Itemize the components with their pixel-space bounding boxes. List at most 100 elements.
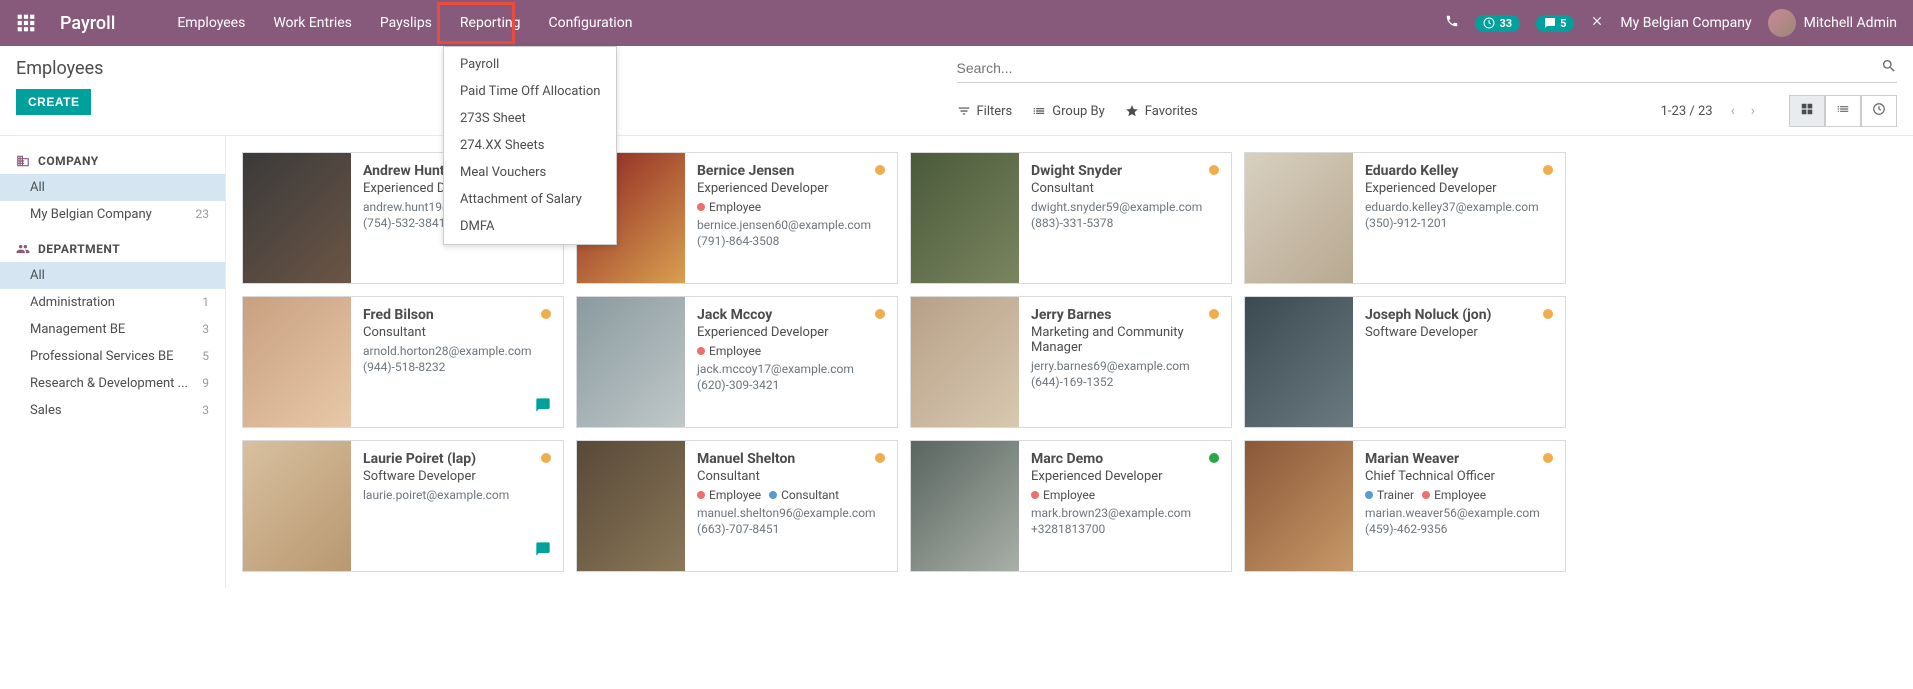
employee-name: Eduardo Kelley (1365, 163, 1553, 179)
sidebar-department-research-development-[interactable]: Research & Development ...9 (0, 370, 225, 397)
employee-photo (911, 441, 1019, 571)
employee-card[interactable]: Manuel SheltonConsultantEmployeeConsulta… (576, 440, 898, 572)
chat-icon[interactable] (535, 541, 551, 561)
sidebar-department-administration[interactable]: Administration1 (0, 289, 225, 316)
pager-prev[interactable]: ‹ (1725, 99, 1741, 123)
employee-phone: (350)-912-1201 (1365, 216, 1553, 230)
filter-icon (957, 104, 971, 118)
app-brand[interactable]: Payroll (60, 13, 115, 34)
employee-title: Consultant (363, 325, 551, 340)
employee-card[interactable]: Jack MccoyExperienced DeveloperEmployeej… (576, 296, 898, 428)
employee-email: jerry.barnes69@example.com (1031, 359, 1219, 373)
employee-tag: Employee (697, 488, 761, 502)
close-icon[interactable] (1590, 14, 1604, 32)
employee-photo (911, 153, 1019, 283)
sidebar-company-all[interactable]: All (0, 174, 225, 201)
phone-icon[interactable] (1445, 14, 1459, 32)
employee-card[interactable]: Joseph Noluck (jon) Software Developer (1244, 296, 1566, 428)
pager-next[interactable]: › (1745, 99, 1761, 123)
employee-title: Software Developer (1365, 325, 1553, 340)
status-indicator[interactable] (1543, 453, 1553, 463)
status-indicator[interactable] (1543, 165, 1553, 175)
status-indicator[interactable] (541, 309, 551, 319)
employee-name: Laurie Poiret (lap) (363, 451, 551, 467)
dropdown-273s-sheet[interactable]: 273S Sheet (444, 105, 616, 132)
employee-email: arnold.horton28@example.com (363, 344, 551, 358)
create-button[interactable]: CREATE (16, 89, 91, 115)
status-indicator[interactable] (541, 453, 551, 463)
nav-payslips[interactable]: Payslips (366, 2, 446, 44)
status-indicator[interactable] (1209, 309, 1219, 319)
employee-phone: +3281813700 (1031, 522, 1219, 536)
status-indicator[interactable] (875, 453, 885, 463)
employee-photo (1245, 297, 1353, 427)
employee-tag: Consultant (769, 488, 839, 502)
sidebar-department-professional-services-be[interactable]: Professional Services BE5 (0, 343, 225, 370)
dropdown-meal-vouchers[interactable]: Meal Vouchers (444, 159, 616, 186)
chat-icon[interactable] (535, 397, 551, 417)
activity-view-button[interactable] (1861, 95, 1897, 127)
dropdown-274-xx-sheets[interactable]: 274.XX Sheets (444, 132, 616, 159)
favorites-button[interactable]: Favorites (1125, 104, 1198, 119)
status-indicator[interactable] (1543, 309, 1553, 319)
employee-name: Manuel Shelton (697, 451, 885, 467)
employee-card[interactable]: Marian WeaverChief Technical OfficerTrai… (1244, 440, 1566, 572)
dropdown-dmfa[interactable]: DMFA (444, 213, 616, 240)
search-input[interactable] (957, 60, 1882, 76)
employee-card[interactable]: Laurie Poiret (lap)Software Developerlau… (242, 440, 564, 572)
status-indicator[interactable] (875, 309, 885, 319)
employee-card[interactable]: Bernice JensenExperienced DeveloperEmplo… (576, 152, 898, 284)
employee-title: Experienced Developer (697, 181, 885, 196)
employee-card[interactable]: Jerry BarnesMarketing and Community Mana… (910, 296, 1232, 428)
employee-name: Jack Mccoy (697, 307, 885, 323)
user-name: Mitchell Admin (1804, 15, 1897, 31)
employee-card[interactable]: Marc DemoExperienced DeveloperEmployeema… (910, 440, 1232, 572)
employee-tag: Trainer (1365, 488, 1414, 502)
dropdown-paid-time-off-allocation[interactable]: Paid Time Off Allocation (444, 78, 616, 105)
status-indicator[interactable] (875, 165, 885, 175)
employee-photo (243, 441, 351, 571)
dropdown-attachment-of-salary[interactable]: Attachment of Salary (444, 186, 616, 213)
list-icon (1032, 104, 1046, 118)
star-icon (1125, 104, 1139, 118)
pager: 1-23 / 23 ‹ › (1661, 95, 1897, 127)
employee-tag: Employee (697, 344, 761, 358)
employee-phone: (459)-462-9356 (1365, 522, 1553, 536)
groupby-button[interactable]: Group By (1032, 104, 1105, 119)
kanban-view-button[interactable] (1789, 95, 1825, 127)
status-indicator[interactable] (1209, 165, 1219, 175)
employee-photo (243, 297, 351, 427)
nav-configuration[interactable]: Configuration (534, 2, 646, 44)
employee-name: Fred Bilson (363, 307, 551, 323)
sidebar-company-my-belgian-company[interactable]: My Belgian Company23 (0, 201, 225, 228)
list-view-button[interactable] (1825, 95, 1861, 127)
company-selector[interactable]: My Belgian Company (1620, 15, 1751, 31)
main: COMPANY AllMy Belgian Company23 DEPARTME… (0, 136, 1913, 588)
employee-photo (1245, 441, 1353, 571)
employee-email: mark.brown23@example.com (1031, 506, 1219, 520)
nav-reporting[interactable]: Reporting (446, 2, 535, 44)
apps-icon[interactable] (16, 13, 36, 33)
nav-work-entries[interactable]: Work Entries (259, 2, 366, 44)
employee-card[interactable]: Fred Bilson Consultant arnold.horton28@exa… (242, 296, 564, 428)
messages-badge[interactable]: 5 (1536, 15, 1574, 32)
dropdown-payroll[interactable]: Payroll (444, 51, 616, 78)
user-menu[interactable]: Mitchell Admin (1768, 9, 1897, 37)
sidebar: COMPANY AllMy Belgian Company23 DEPARTME… (0, 136, 226, 588)
filters-button[interactable]: Filters (957, 104, 1013, 119)
nav-employees[interactable]: Employees (163, 2, 259, 44)
activity-badge[interactable]: 33 (1475, 15, 1520, 32)
employee-photo (911, 297, 1019, 427)
employee-card[interactable]: Dwight SnyderConsultantdwight.snyder59@e… (910, 152, 1232, 284)
employee-name: Joseph Noluck (jon) (1365, 307, 1553, 323)
employee-card[interactable]: Eduardo KelleyExperienced Developereduar… (1244, 152, 1566, 284)
filters-label: Filters (977, 104, 1013, 119)
sidebar-department-sales[interactable]: Sales3 (0, 397, 225, 424)
sidebar-department-all[interactable]: All (0, 262, 225, 289)
sidebar-department-management-be[interactable]: Management BE3 (0, 316, 225, 343)
employee-email: manuel.shelton96@example.com (697, 506, 885, 520)
status-indicator[interactable] (1209, 453, 1219, 463)
sidebar-company-header: COMPANY (0, 148, 225, 174)
pager-text: 1-23 / 23 (1661, 104, 1713, 119)
search-icon[interactable] (1881, 58, 1897, 78)
